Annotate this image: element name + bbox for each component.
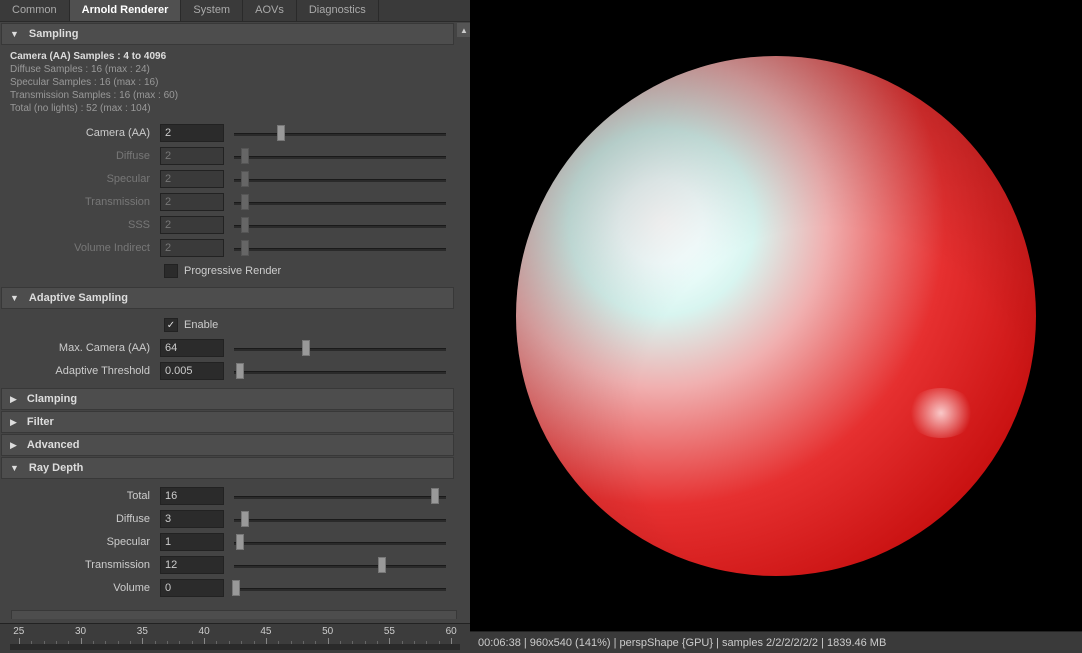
status-bar: 00:06:38 | 960x540 (141%) | perspShape {… (470, 631, 1082, 653)
rd-diffuse-row: Diffuse (8, 508, 454, 530)
chevron-right-icon: ▶ (10, 394, 17, 405)
tab-system[interactable]: System (181, 0, 243, 21)
ruler-label: 30 (75, 626, 86, 637)
section-advanced[interactable]: ▶ Advanced (1, 434, 454, 456)
section-filter[interactable]: ▶ Filter (1, 411, 454, 433)
rd-transmission-input[interactable] (160, 556, 224, 574)
ruler-label: 45 (260, 626, 271, 637)
threshold-slider[interactable] (234, 362, 446, 380)
rd-specular-input[interactable] (160, 533, 224, 551)
max-camera-row: Max. Camera (AA) (8, 337, 454, 359)
volume-indirect-input (160, 239, 224, 257)
rd-total-row: Total (8, 485, 454, 507)
ruler-label: 25 (13, 626, 24, 637)
section-title: Ray Depth (29, 462, 83, 474)
tabs: CommonArnold RendererSystemAOVsDiagnosti… (0, 0, 470, 22)
chevron-right-icon: ▶ (10, 440, 17, 451)
section-title: Advanced (27, 439, 80, 451)
section-title: Sampling (29, 28, 79, 40)
scroll-up-icon[interactable]: ▲ (457, 23, 471, 37)
camera-aa-label: Camera (AA) (8, 127, 156, 139)
rendered-sphere (516, 56, 1036, 576)
progressive-row: Progressive Render (8, 260, 454, 282)
specular-row: Specular (8, 168, 454, 190)
section-title: Clamping (27, 393, 77, 405)
threshold-row: Adaptive Threshold (8, 360, 454, 382)
info-total: Total (no lights) : 52 (max : 104) (8, 102, 454, 115)
transmission-row: Transmission (8, 191, 454, 213)
rd-specular-slider[interactable] (234, 533, 446, 551)
rd-diffuse-input[interactable] (160, 510, 224, 528)
chevron-down-icon: ▼ (10, 293, 19, 303)
rd-volume-input[interactable] (160, 579, 224, 597)
progressive-checkbox[interactable] (164, 264, 178, 278)
enable-label: Enable (184, 319, 218, 331)
camera-aa-row: Camera (AA) (8, 122, 454, 144)
sss-input (160, 216, 224, 234)
close-button[interactable]: Close (11, 610, 458, 619)
rd-total-slider[interactable] (234, 487, 446, 505)
ruler-label: 35 (137, 626, 148, 637)
chevron-down-icon: ▼ (10, 29, 19, 39)
ruler-label: 55 (384, 626, 395, 637)
transmission-slider (234, 193, 446, 211)
section-adaptive[interactable]: ▼ Adaptive Sampling (1, 287, 454, 309)
max-camera-input[interactable] (160, 339, 224, 357)
info-transmission: Transmission Samples : 16 (max : 60) (8, 89, 454, 102)
sss-slider (234, 216, 446, 234)
rd-volume-row: Volume (8, 577, 454, 599)
specular-slider (234, 170, 446, 188)
timeline-ruler[interactable]: 25 30 35 40 45 50 55 60 (0, 623, 470, 653)
diffuse-row: Diffuse (8, 145, 454, 167)
tab-aovs[interactable]: AOVs (243, 0, 297, 21)
ruler-label: 60 (446, 626, 457, 637)
info-specular: Specular Samples : 16 (max : 16) (8, 76, 454, 89)
rd-specular-row: Specular (8, 531, 454, 553)
ruler-label: 50 (322, 626, 333, 637)
volume-indirect-slider (234, 239, 446, 257)
chevron-right-icon: ▶ (10, 417, 17, 428)
tab-diagnostics[interactable]: Diagnostics (297, 0, 379, 21)
info-camera-samples: Camera (AA) Samples : 4 to 4096 (8, 50, 454, 63)
section-ray-depth[interactable]: ▼ Ray Depth (1, 457, 454, 479)
enable-checkbox[interactable]: ✓ (164, 318, 178, 332)
diffuse-input (160, 147, 224, 165)
camera-aa-input[interactable] (160, 124, 224, 142)
specular-input (160, 170, 224, 188)
rd-volume-slider[interactable] (234, 579, 446, 597)
threshold-input[interactable] (160, 362, 224, 380)
rd-total-input[interactable] (160, 487, 224, 505)
rd-transmission-slider[interactable] (234, 556, 446, 574)
section-clamping[interactable]: ▶ Clamping (1, 388, 454, 410)
diffuse-slider (234, 147, 446, 165)
tab-arnold-renderer[interactable]: Arnold Renderer (70, 0, 182, 21)
volume-indirect-row: Volume Indirect (8, 237, 454, 259)
camera-aa-slider[interactable] (234, 124, 446, 142)
enable-row: ✓ Enable (8, 314, 454, 336)
chevron-down-icon: ▼ (10, 463, 19, 473)
rd-transmission-row: Transmission (8, 554, 454, 576)
progressive-label: Progressive Render (184, 265, 281, 277)
transmission-input (160, 193, 224, 211)
section-title: Filter (27, 416, 54, 428)
render-viewport[interactable] (470, 0, 1082, 631)
rd-diffuse-slider[interactable] (234, 510, 446, 528)
ruler-label: 40 (199, 626, 210, 637)
section-title: Adaptive Sampling (29, 292, 128, 304)
info-diffuse: Diffuse Samples : 16 (max : 24) (8, 63, 454, 76)
max-camera-slider[interactable] (234, 339, 446, 357)
sss-row: SSS (8, 214, 454, 236)
tab-common[interactable]: Common (0, 0, 70, 21)
section-sampling[interactable]: ▼ Sampling (1, 23, 454, 45)
